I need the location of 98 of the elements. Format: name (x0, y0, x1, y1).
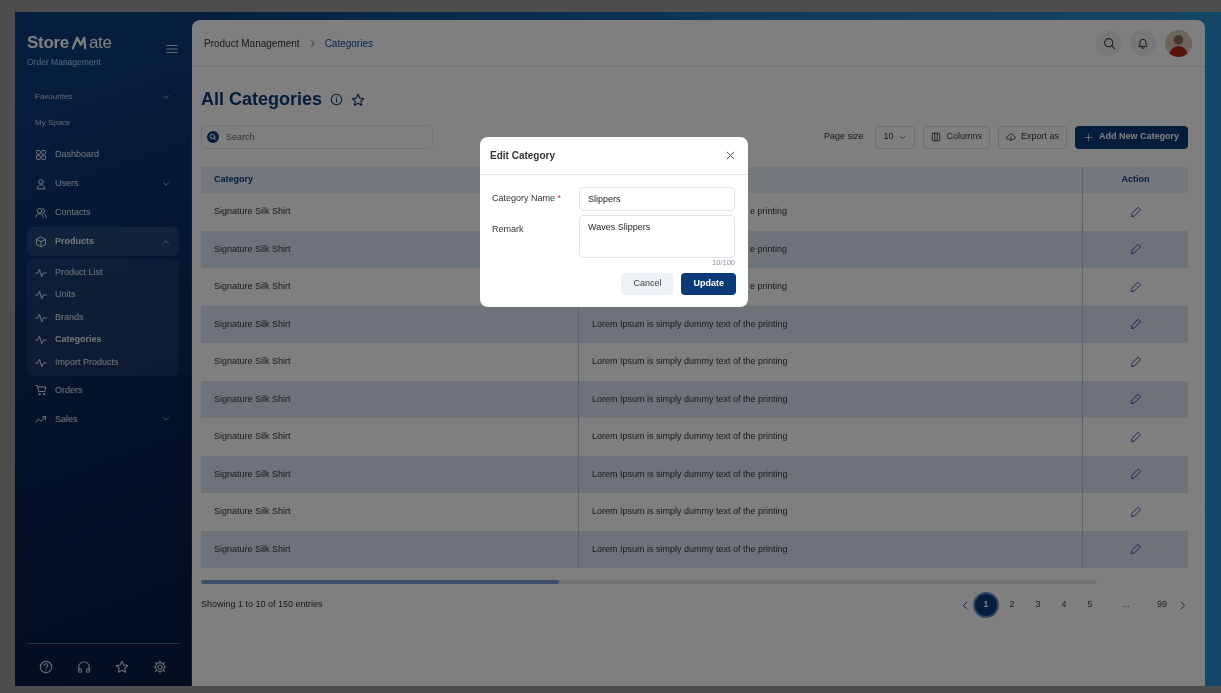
logo-subtitle: Order Management (27, 55, 102, 69)
table-cell: Lorem Ipsum is simply dummy text of the printing (592, 317, 788, 331)
notifications-button[interactable] (1130, 30, 1156, 56)
table-cell-text: e printing (750, 280, 788, 293)
sidebar-item[interactable]: Orders (27, 375, 179, 405)
dashboard-icon (35, 148, 47, 161)
contacts-icon (35, 206, 47, 219)
edit-icon[interactable] (1129, 355, 1142, 368)
submenu-item[interactable]: Brands (27, 306, 179, 329)
pulse-icon (35, 356, 47, 369)
edit-icon[interactable] (1129, 243, 1142, 256)
edit-icon[interactable] (1129, 205, 1142, 218)
table-cell: Signature Silk Shirt (214, 242, 291, 256)
section-label: My Space (34, 117, 72, 130)
edit-icon[interactable] (1129, 430, 1142, 443)
sidebar-item[interactable]: Contacts (27, 198, 179, 228)
table-cell: Lorem Ipsum is simply dummy text of the printing (592, 392, 788, 406)
page-button[interactable]: 1 (975, 594, 997, 616)
plus-icon (1084, 132, 1093, 142)
add-button[interactable]: Add New Category (1075, 125, 1188, 149)
column-header: Category (213, 173, 254, 187)
breadcrumb-item[interactable]: Product Management (204, 35, 300, 51)
user-icon (35, 177, 47, 190)
submenu-item[interactable]: Categories (27, 328, 179, 352)
page-size-label: Page size (823, 130, 864, 144)
update-button[interactable]: Update (681, 273, 736, 295)
toolbar-button[interactable]: Export as (997, 125, 1067, 149)
edit-icon[interactable] (1129, 543, 1142, 556)
remark-field[interactable]: Waves Slippers (579, 215, 735, 258)
entries-info: Showing 1 to 10 of 150 entries (201, 598, 324, 612)
columns-icon (931, 132, 942, 142)
page-button[interactable]: 5 (1079, 594, 1101, 616)
sidebar-item[interactable]: Users (27, 169, 179, 199)
submenu-item[interactable]: Product List (27, 261, 179, 284)
settings-icon[interactable] (153, 660, 167, 674)
table-cell-text: Signature Silk Shirt (214, 430, 291, 443)
submenu-item[interactable]: Import Products (27, 351, 179, 374)
page-title: All Categories (201, 88, 323, 111)
pulse-icon (35, 266, 47, 279)
page-button[interactable]: 99 (1151, 594, 1173, 616)
pulse-icon (35, 334, 47, 346)
table-cell: Signature Silk Shirt (214, 467, 291, 481)
toolbar-button[interactable]: Columns (923, 125, 990, 149)
box-icon (35, 235, 47, 248)
search-field[interactable]: Search (201, 125, 433, 149)
table-cell: Signature Silk Shirt (214, 317, 291, 331)
page-button[interactable]: 4 (1053, 594, 1075, 616)
table-cell-text: Lorem Ipsum is simply dummy text of the printing (592, 430, 788, 443)
edit-icon[interactable] (1129, 393, 1142, 406)
edit-icon[interactable] (1129, 468, 1142, 481)
breadcrumb-item: Categories (324, 36, 373, 51)
close-icon[interactable] (725, 150, 736, 161)
edit-icon[interactable] (1129, 280, 1142, 293)
page-button[interactable]: 2 (1001, 594, 1023, 616)
field-label: Category Name * (492, 192, 563, 206)
table-cell-text: Signature Silk Shirt (214, 355, 291, 368)
logo-text: ate (88, 32, 112, 54)
search-icon (207, 131, 219, 143)
page-button[interactable]: ... (1115, 594, 1137, 616)
edit-icon[interactable] (1129, 505, 1142, 518)
table-cell-text: Signature Silk Shirt (214, 505, 291, 518)
text-field[interactable]: Slippers (579, 187, 735, 211)
cancel-button[interactable]: Cancel (621, 273, 674, 295)
bell-icon (1137, 37, 1149, 49)
table-cell: Signature Silk Shirt (214, 392, 291, 406)
pulse-icon (35, 289, 47, 301)
table-cell-text: Lorem Ipsum is simply dummy text of the printing (592, 355, 788, 368)
column-header: Action (1082, 167, 1188, 193)
modal-title: Edit Category (490, 149, 555, 163)
search-button[interactable] (1096, 30, 1122, 56)
table-cell: Lorem Ipsum is simply dummy text of the printing (592, 467, 788, 481)
table-cell-text: Lorem Ipsum is simply dummy text of the printing (592, 505, 788, 518)
horizontal-scrollbar[interactable] (201, 580, 1097, 584)
table-cell: e printing (750, 242, 788, 256)
info-icon[interactable] (330, 93, 344, 106)
table-cell: Signature Silk Shirt (214, 542, 291, 556)
table-cell-text: Signature Silk Shirt (214, 280, 291, 293)
pulse-icon (35, 311, 47, 324)
avatar[interactable] (1164, 28, 1193, 58)
star-icon[interactable] (351, 92, 366, 107)
search-icon (1102, 36, 1116, 50)
table-cell-text: Signature Silk Shirt (214, 205, 291, 218)
help-icon[interactable] (39, 660, 53, 674)
table-cell-text: e printing (750, 205, 788, 218)
field-label: Remark (492, 223, 525, 236)
favourites-toggle[interactable]: Favourites (27, 84, 179, 111)
headphones-icon[interactable] (77, 660, 91, 674)
page-size-select[interactable]: 10 (875, 125, 916, 149)
sidebar-item[interactable]: Dashboard (27, 140, 179, 170)
submenu-item[interactable]: Units (27, 283, 179, 307)
page-button[interactable]: 3 (1027, 594, 1049, 616)
edit-icon[interactable] (1129, 318, 1142, 331)
logo-text: Store (27, 32, 69, 54)
table-cell: Lorem Ipsum is simply dummy text of the printing (592, 542, 788, 556)
trend-icon (35, 413, 47, 426)
cart-icon (35, 384, 47, 397)
cloud-icon (1005, 132, 1016, 142)
sidebar-item[interactable]: Sales (27, 404, 179, 434)
